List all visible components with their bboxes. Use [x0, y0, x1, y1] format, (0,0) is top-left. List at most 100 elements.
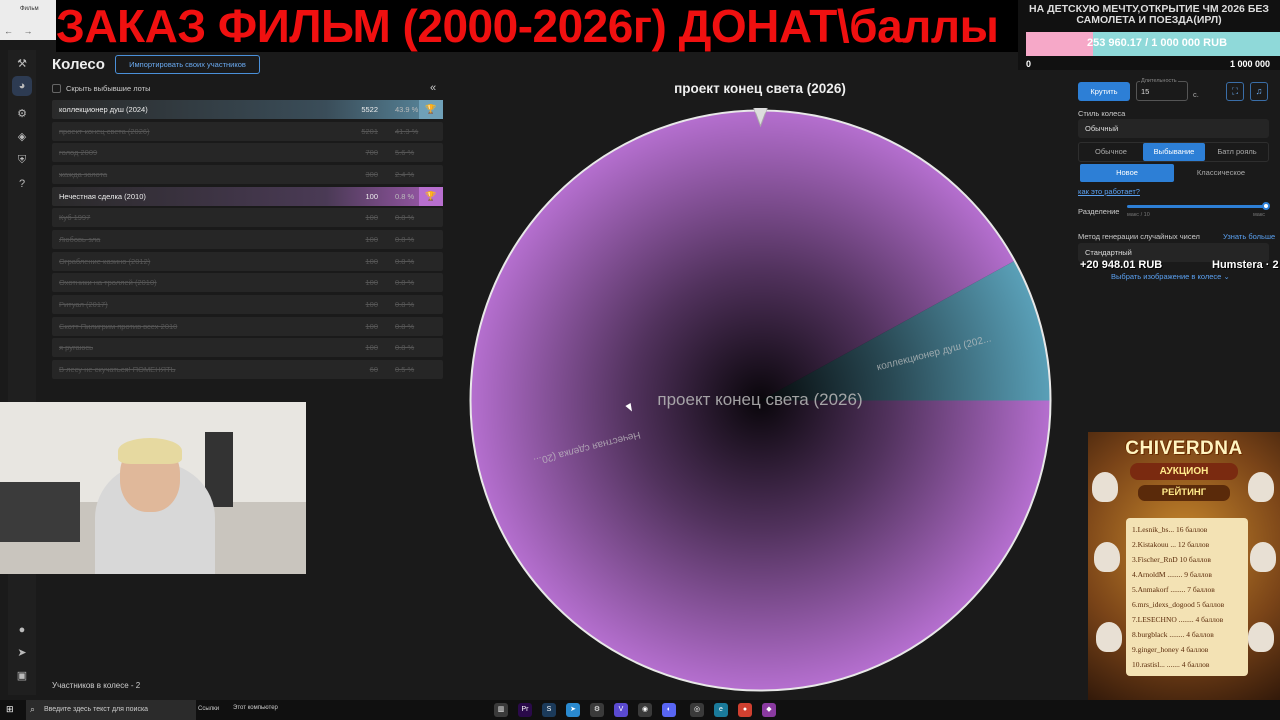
- lot-row[interactable]: Скотт Пилигрим против всех 2010 100 0.8 %: [52, 316, 443, 336]
- premiere-icon[interactable]: Pr: [518, 703, 532, 717]
- twitch-icon[interactable]: ▣: [12, 666, 32, 686]
- lot-percent: 2.4 %: [395, 169, 415, 179]
- lot-amount: 100: [365, 299, 378, 309]
- github-icon[interactable]: ●: [12, 620, 32, 640]
- lot-amount: 700: [365, 148, 378, 158]
- how-it-works-link[interactable]: как это работает?: [1078, 187, 1140, 196]
- goal-max: 1 000 000: [1229, 59, 1270, 69]
- taskbar-this-pc[interactable]: Этот компьютер: [233, 705, 278, 711]
- auction-rating-row: 4.ArnoldM ........ 9 баллов: [1132, 570, 1212, 579]
- lot-row[interactable]: Охотники на троллей (2010) 100 0.8 %: [52, 273, 443, 293]
- lot-name: я ругаюсь: [59, 343, 94, 353]
- submode-classic-tab[interactable]: Классическое: [1174, 164, 1268, 182]
- lot-percent: 0.8 %: [395, 321, 415, 331]
- spin-button[interactable]: Крутить: [1078, 82, 1130, 101]
- lot-percent: 0.8 %: [395, 191, 415, 201]
- edge-icon[interactable]: e: [714, 703, 728, 717]
- screen: Фильм ← → ЗАКАЗ ФИЛЬМ (2000-2026г) ДОНАТ…: [0, 0, 1280, 720]
- windows-start-icon[interactable]: ⊞: [6, 704, 18, 716]
- browser-tab[interactable]: Фильм: [20, 6, 39, 12]
- auction-rating-row: 2.Kistakouu ... 12 баллов: [1132, 540, 1210, 549]
- duration-unit: с.: [1193, 90, 1199, 99]
- mode-battle-royale-tab[interactable]: Батл рояль: [1206, 143, 1268, 161]
- taskbar-search-placeholder: Введите здесь текст для поиска: [44, 706, 149, 713]
- browser-chrome: Фильм ← →: [0, 0, 60, 40]
- chrome-alt-icon[interactable]: ◎: [690, 703, 704, 717]
- choose-wheel-image-link[interactable]: Выбрать изображение в колесе ⌄: [1111, 272, 1230, 281]
- goal-amount: 253 960.17 / 1 000 000 RUB: [1086, 37, 1228, 49]
- lot-row[interactable]: Ритуал (2017) 100 0.8 %: [52, 294, 443, 314]
- lot-name: Куб 1997: [59, 213, 91, 223]
- lot-percent: 0.8 %: [395, 278, 415, 288]
- stream-overlay-title: ЗАКАЗ ФИЛЬМ (2000-2026г) ДОНАТ\баллы: [56, 0, 1018, 52]
- auction-total: +20 948.01 RUB: [1080, 259, 1163, 271]
- shield-icon[interactable]: ⛨: [12, 150, 32, 170]
- lot-amount: 100: [365, 234, 378, 244]
- lot-percent: 0.8 %: [395, 213, 415, 223]
- telegram-icon[interactable]: ➤: [12, 643, 32, 663]
- lot-row[interactable]: Нечестная сделка (2010) 100 0.8 % 🏆: [52, 186, 443, 206]
- lot-row[interactable]: Ограбление казино (2012) 100 0.8 %: [52, 251, 443, 271]
- split-slider-thumb[interactable]: [1262, 202, 1270, 210]
- lot-name: Охотники на троллей (2010): [59, 278, 157, 288]
- mode-switch: Обычное Выбывание Батл рояль: [1078, 142, 1269, 162]
- mode-normal-tab[interactable]: Обычное: [1080, 143, 1142, 161]
- lot-amount: 100: [365, 191, 378, 201]
- gear-icon[interactable]: ⚙: [12, 104, 32, 124]
- rng-learn-more-link[interactable]: Узнать больше: [1223, 232, 1275, 241]
- submode-new-tab[interactable]: Новое: [1080, 164, 1174, 182]
- obs-icon[interactable]: ◉: [638, 703, 652, 717]
- music-icon[interactable]: ♫: [1250, 82, 1268, 101]
- auction-rating-row: 1.Lesnik_bs... 16 баллов: [1132, 525, 1208, 534]
- hide-eliminated-checkbox[interactable]: [52, 84, 61, 93]
- lot-row[interactable]: жажда золота 300 2.4 %: [52, 164, 443, 184]
- wheel-style-select[interactable]: Обычный: [1078, 119, 1269, 138]
- lot-row[interactable]: голод 2009 700 5.6 %: [52, 143, 443, 163]
- lot-name: коллекционер душ (2024): [59, 105, 148, 114]
- import-participants-button[interactable]: Импортировать своих участников: [115, 55, 260, 74]
- split-slider-track[interactable]: [1127, 205, 1267, 208]
- hammer-icon[interactable]: ⚒: [12, 54, 32, 74]
- steam-icon[interactable]: S: [542, 703, 556, 717]
- lot-row[interactable]: проект конец света (2026) 5201 41.3 %: [52, 121, 443, 141]
- settings-icon[interactable]: ⚙: [590, 703, 604, 717]
- telegram-app-icon[interactable]: ➤: [566, 703, 580, 717]
- collapse-panel-icon[interactable]: «: [430, 82, 436, 94]
- hide-eliminated-label: Скрыть выбывшие лоты: [66, 84, 151, 93]
- participants-count: Участников в колесе - 2: [52, 681, 141, 690]
- trophy-icon[interactable]: 🏆: [419, 186, 443, 206]
- fullscreen-icon[interactable]: ⛶: [1226, 82, 1244, 101]
- trophy-icon[interactable]: 🏆: [419, 100, 443, 119]
- webcam-feed: [0, 402, 306, 574]
- discord-icon[interactable]: ◐: [662, 703, 676, 717]
- app-icon[interactable]: ◆: [762, 703, 776, 717]
- webcam-streamer-hair: [118, 438, 182, 464]
- lot-name: проект конец света (2026): [59, 126, 150, 136]
- taskbar-links[interactable]: Ссылки: [198, 706, 219, 712]
- taskview-icon[interactable]: ▥: [494, 703, 508, 717]
- lot-row[interactable]: коллекционер душ (2024) 5522 43.9 % 🏆: [52, 100, 443, 119]
- auction-subtitle: АУКЦИОН: [1130, 463, 1238, 480]
- lot-amount: 100: [365, 278, 378, 288]
- lot-row[interactable]: В лесу не скучаться! ПОМЕНЯТЬ 60 0.5 %: [52, 359, 443, 379]
- layers-icon[interactable]: ◈: [12, 127, 32, 147]
- lot-row[interactable]: Любовь-зла 100 0.8 %: [52, 229, 443, 249]
- mode-elimination-tab[interactable]: Выбывание: [1143, 143, 1205, 161]
- lot-amount: 5522: [361, 105, 378, 114]
- lot-name: Скотт Пилигрим против всех 2010: [59, 321, 178, 331]
- lot-name: Ритуал (2017): [59, 299, 108, 309]
- browser-nav-arrows-icon[interactable]: ← →: [4, 26, 37, 36]
- split-max-label: макс: [1253, 212, 1266, 218]
- search-icon: ⌕: [30, 704, 36, 714]
- vpn-icon[interactable]: V: [614, 703, 628, 717]
- chrome-icon[interactable]: ●: [738, 703, 752, 717]
- split-min-label: макс / 10: [1127, 212, 1150, 218]
- lot-row[interactable]: я ругаюсь 100 0.8 %: [52, 338, 443, 358]
- help-icon[interactable]: ?: [12, 174, 32, 194]
- wheel-icon[interactable]: ◕: [12, 76, 32, 96]
- wheel-style-label: Стиль колеса: [1078, 109, 1126, 118]
- lot-percent: 0.5 %: [395, 364, 415, 374]
- chevron-down-icon: ⌄: [1223, 272, 1230, 281]
- bunny-mascot: [1092, 472, 1118, 502]
- lot-row[interactable]: Куб 1997 100 0.8 %: [52, 208, 443, 228]
